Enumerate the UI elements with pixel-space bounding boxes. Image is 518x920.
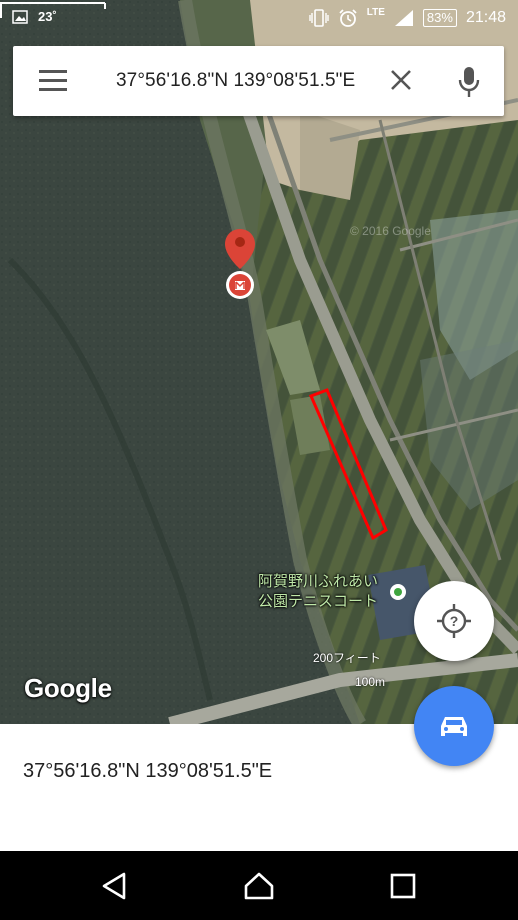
vibrate-icon	[309, 9, 329, 27]
car-icon	[441, 717, 467, 736]
network-type: LTE	[366, 6, 385, 18]
back-icon[interactable]	[98, 869, 132, 903]
clock: 21:48	[465, 9, 506, 26]
temperature: 23˚	[38, 9, 57, 24]
place-coordinates: 37°56'16.8"N 139°08'51.5"E	[23, 760, 273, 782]
close-icon[interactable]	[389, 68, 413, 92]
scale-meters: 100m	[355, 675, 386, 689]
scale-feet: 200フィート	[313, 651, 381, 665]
my-location-button[interactable]: ?	[414, 581, 494, 661]
map-copyright: © 2016 Google	[350, 224, 431, 238]
poi-marker-icon[interactable]	[390, 584, 406, 600]
dropped-pin[interactable]	[222, 227, 258, 301]
poi-label[interactable]: 阿賀野川ふれあい 公園テニスコート	[258, 572, 378, 612]
recents-icon[interactable]	[386, 869, 420, 903]
navigation-bar	[0, 851, 518, 920]
signal-icon	[394, 10, 413, 26]
google-logo: Google	[24, 673, 112, 703]
menu-icon[interactable]	[39, 70, 67, 92]
battery-icon: 83%	[422, 9, 457, 27]
image-icon	[12, 9, 28, 24]
search-query[interactable]: 37°56'16.8"N 139°08'51.5"E	[116, 70, 355, 92]
home-icon[interactable]	[242, 869, 276, 903]
directions-button[interactable]	[414, 686, 494, 766]
alarm-icon	[339, 9, 357, 27]
mic-icon[interactable]	[457, 66, 481, 98]
search-bar[interactable]: 37°56'16.8"N 139°08'51.5"E	[13, 46, 504, 116]
status-bar: 23˚ LTE 83% 21:48	[0, 0, 518, 36]
location-unknown-icon: ?	[437, 604, 471, 638]
svg-text:?: ?	[450, 613, 459, 629]
